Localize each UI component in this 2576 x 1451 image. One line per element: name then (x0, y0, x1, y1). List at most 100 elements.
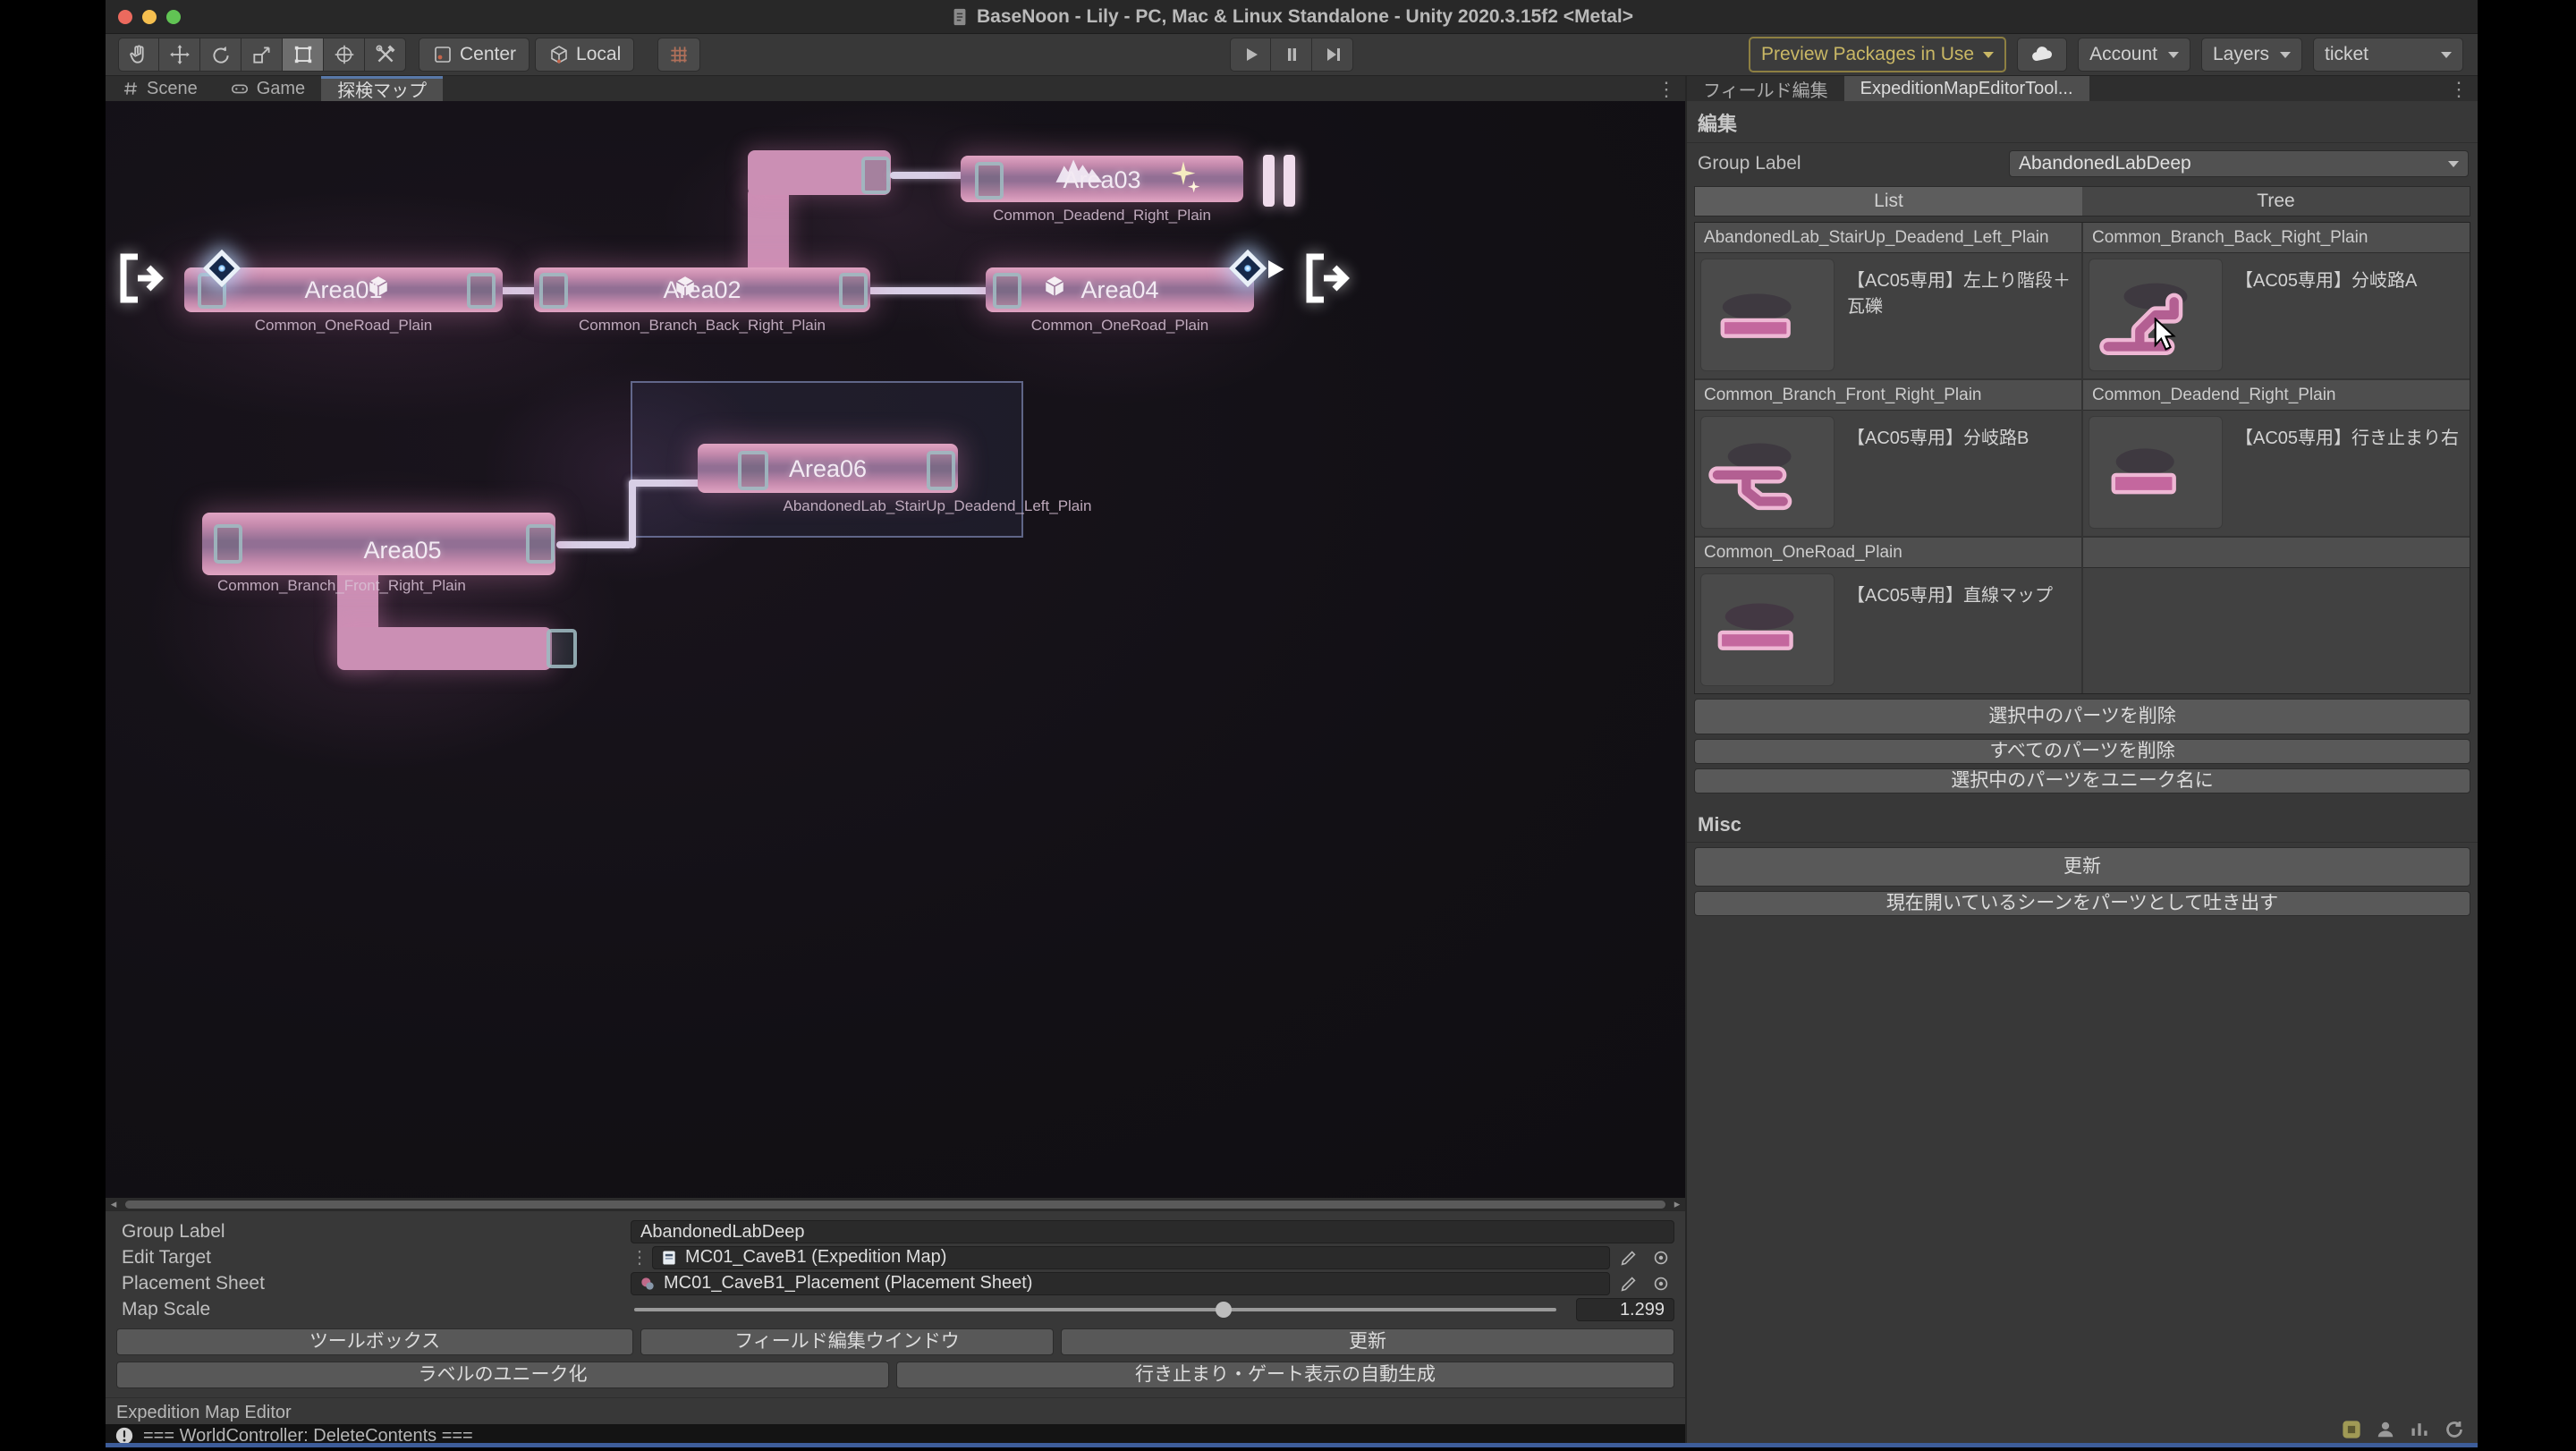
title-bar[interactable]: BaseNoon - Lily - PC, Mac & Linux Standa… (106, 0, 2478, 34)
play-button[interactable] (1230, 38, 1271, 72)
transform-tool-button[interactable] (324, 38, 365, 72)
step-icon (1322, 44, 1343, 65)
toolbox-button[interactable]: ツールボックス (116, 1328, 633, 1355)
refresh-icon[interactable] (2444, 1419, 2465, 1440)
map-connector (556, 541, 632, 548)
slider-handle[interactable] (1216, 1302, 1232, 1318)
view-mode-tabs: List Tree (1694, 186, 2470, 216)
group-label-dropdown[interactable]: AbandonedLabDeep (2009, 150, 2469, 177)
activity-window-icon[interactable] (2410, 1420, 2429, 1439)
part-name: Common_OneRoad_Plain (1695, 538, 2081, 568)
map-port[interactable] (547, 629, 577, 668)
target-icon (1651, 1274, 1671, 1294)
scene-viewport[interactable]: Area01 Common_OneRoad_Plain Area02 Commo… (106, 101, 1685, 1198)
auto-generate-gates-button[interactable]: 行き止まり・ゲート表示の自動生成 (896, 1362, 1674, 1388)
grid-snap-button[interactable] (657, 38, 700, 72)
panel-menu-icon[interactable]: ⋮ (1657, 78, 1676, 101)
map-scale-slider[interactable] (634, 1308, 1556, 1311)
delete-selected-parts-button[interactable]: 選択中のパーツを削除 (1694, 699, 2470, 734)
unique-labels-button[interactable]: ラベルのユニーク化 (116, 1362, 889, 1388)
make-selected-unique-button[interactable]: 選択中のパーツをユニーク名に (1694, 768, 2470, 793)
layers-dropdown[interactable]: Layers (2201, 38, 2302, 72)
pencil-icon (1619, 1274, 1639, 1294)
wrench-icon (374, 43, 397, 66)
area-label: Area06 (698, 455, 958, 483)
scale-icon (250, 43, 274, 66)
custom-tool-button[interactable] (365, 38, 406, 72)
grid-snap-icon (667, 43, 691, 66)
zoom-button[interactable] (166, 10, 181, 24)
play-icon (1240, 44, 1261, 65)
object-picker-button[interactable] (1648, 1272, 1674, 1295)
close-button[interactable] (118, 10, 132, 24)
pivot-icon (432, 44, 453, 65)
scroll-left-icon[interactable]: ◂ (106, 1197, 122, 1211)
rotate-tool-button[interactable] (200, 38, 242, 72)
edit-target-object-field[interactable]: MC01_CaveB1 (Expedition Map) (652, 1246, 1610, 1269)
preview-packages-dropdown[interactable]: Preview Packages in Use (1749, 37, 2006, 72)
scrollbar-thumb[interactable] (125, 1201, 1665, 1209)
placement-sheet-object-field[interactable]: MC01_CaveB1_Placement (Placement Sheet) (631, 1272, 1610, 1295)
tab-expedition-map[interactable]: 探検マップ (321, 76, 443, 101)
group-label-label: Group Label (1696, 153, 2009, 174)
map-port[interactable] (526, 524, 555, 564)
part-cell[interactable]: Common_OneRoad_Plain 【AC05専用】直線マップ (1695, 538, 2081, 693)
group-label-row: Group Label AbandonedLabDeep (116, 1218, 1674, 1244)
edit-button[interactable] (1615, 1246, 1642, 1269)
pause-button[interactable] (1271, 38, 1312, 72)
tab-tree[interactable]: Tree (2082, 187, 2470, 216)
area-part-label: AbandonedLab_StairUp_Deadend_Left_Plain (758, 497, 1116, 515)
scale-tool-button[interactable] (242, 38, 283, 72)
update-button[interactable]: 更新 (1061, 1328, 1674, 1355)
delete-all-parts-button[interactable]: すべてのパーツを削除 (1694, 739, 2470, 764)
pivot-toggle-button[interactable]: Center (419, 38, 530, 72)
part-name: Common_Branch_Back_Right_Plain (2083, 223, 2470, 253)
layout-dropdown[interactable]: ticket (2313, 38, 2463, 72)
field-edit-window-button[interactable]: フィールド編集ウインドウ (640, 1328, 1054, 1355)
map-port[interactable] (861, 157, 890, 194)
unity-window: BaseNoon - Lily - PC, Mac & Linux Standa… (106, 0, 2478, 1447)
part-cell[interactable]: Common_Branch_Back_Right_Plain 【AC05専用】分… (2083, 223, 2470, 378)
tab-scene-label: Scene (147, 79, 198, 99)
minimize-button[interactable] (142, 10, 157, 24)
console-activity-icon[interactable] (2342, 1420, 2361, 1439)
hand-tool-button[interactable] (118, 38, 159, 72)
group-label-input[interactable]: AbandonedLabDeep (631, 1220, 1674, 1243)
area-part-label: Common_Branch_Front_Right_Plain (217, 577, 521, 595)
panel-menu-icon[interactable]: ⋮ (2449, 78, 2469, 101)
tab-field-edit[interactable]: フィールド編集 (1687, 76, 1844, 101)
scroll-right-icon[interactable]: ▸ (1669, 1197, 1685, 1211)
misc-update-button[interactable]: 更新 (1694, 847, 2470, 887)
edit-target-row: Edit Target ⋮ MC01_CaveB1 (Expedition Ma… (116, 1244, 1674, 1270)
map-scale-value[interactable]: 1.299 (1576, 1298, 1674, 1321)
rect-tool-button[interactable] (283, 38, 324, 72)
edit-button[interactable] (1615, 1272, 1642, 1295)
space-toggle-button[interactable]: Local (535, 38, 634, 72)
part-cell[interactable]: AbandonedLab_StairUp_Deadend_Left_Plain … (1695, 223, 2081, 378)
chevron-down-icon (2280, 52, 2291, 58)
export-scene-as-part-button[interactable]: 現在開いているシーンをパーツとして吐き出す (1694, 891, 2470, 916)
tab-list[interactable]: List (1695, 187, 2082, 216)
drag-handle-icon[interactable]: ⋮ (631, 1246, 647, 1269)
scene-tab-bar: Scene Game 探検マップ ⋮ (106, 76, 1685, 101)
tab-game[interactable]: Game (214, 76, 321, 101)
account-label: Account (2089, 44, 2157, 65)
preview-packages-label: Preview Packages in Use (1761, 44, 1974, 65)
map-port[interactable] (214, 524, 242, 564)
space-label: Local (576, 44, 621, 65)
group-label-row: Group Label AbandonedLabDeep (1687, 143, 2478, 182)
cloud-services-button[interactable] (2017, 38, 2067, 72)
part-cell[interactable]: Common_Deadend_Right_Plain 【AC05専用】行き止まり… (2083, 380, 2470, 536)
part-cell[interactable]: Common_Branch_Front_Right_Plain 【AC05専用】… (1695, 380, 2081, 536)
part-name-empty (2083, 538, 2470, 568)
layers-label: Layers (2213, 44, 2269, 65)
tab-scene[interactable]: Scene (106, 76, 214, 101)
collab-icon[interactable] (2376, 1420, 2395, 1439)
tab-expedition-map-editor-tool[interactable]: ExpeditionMapEditorTool... (1844, 76, 2089, 101)
move-tool-button[interactable] (159, 38, 200, 72)
object-picker-button[interactable] (1648, 1246, 1674, 1269)
horizontal-scrollbar[interactable]: ◂ ▸ (106, 1198, 1685, 1210)
account-dropdown[interactable]: Account (2078, 38, 2190, 72)
step-button[interactable] (1312, 38, 1353, 72)
group-label-value: AbandonedLabDeep (2019, 153, 2191, 174)
